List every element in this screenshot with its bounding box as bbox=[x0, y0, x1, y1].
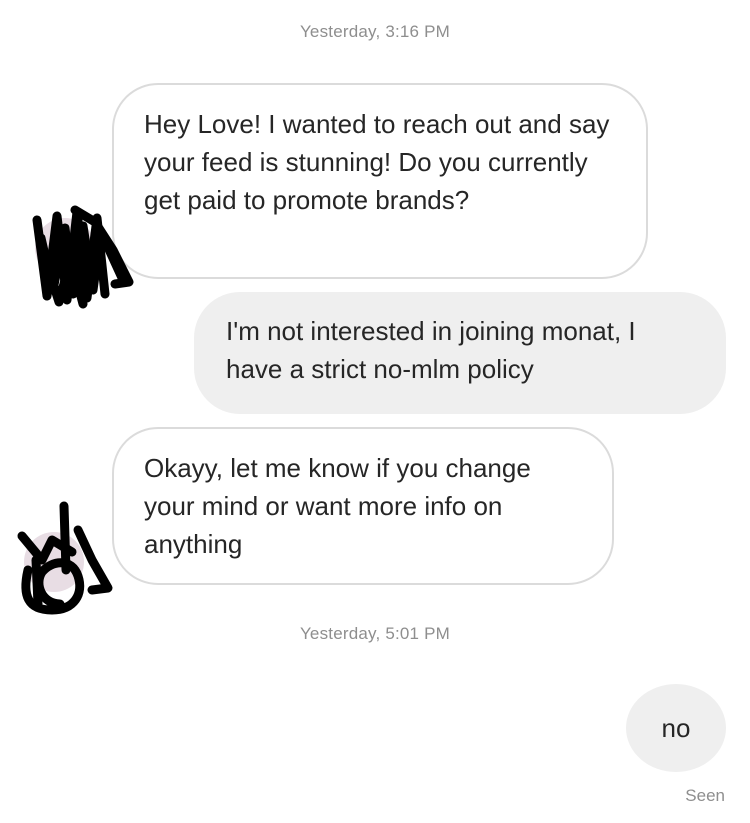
timestamp-second: Yesterday, 5:01 PM bbox=[299, 624, 451, 643]
scribbled-avatar-icon[interactable] bbox=[25, 198, 135, 318]
message-bubble-outgoing-1[interactable]: I'm not interested in joining monat, I h… bbox=[194, 292, 726, 414]
message-bubble-incoming-2[interactable]: Okayy, let me know if you change your mi… bbox=[112, 427, 614, 585]
scribbled-avatar-icon[interactable] bbox=[12, 500, 122, 620]
message-bubble-outgoing-2[interactable]: no bbox=[626, 684, 726, 772]
seen-status: Seen bbox=[685, 786, 725, 805]
message-bubble-incoming-1[interactable]: Hey Love! I wanted to reach out and say … bbox=[112, 83, 648, 279]
timestamp-first: Yesterday, 3:16 PM bbox=[299, 22, 451, 41]
